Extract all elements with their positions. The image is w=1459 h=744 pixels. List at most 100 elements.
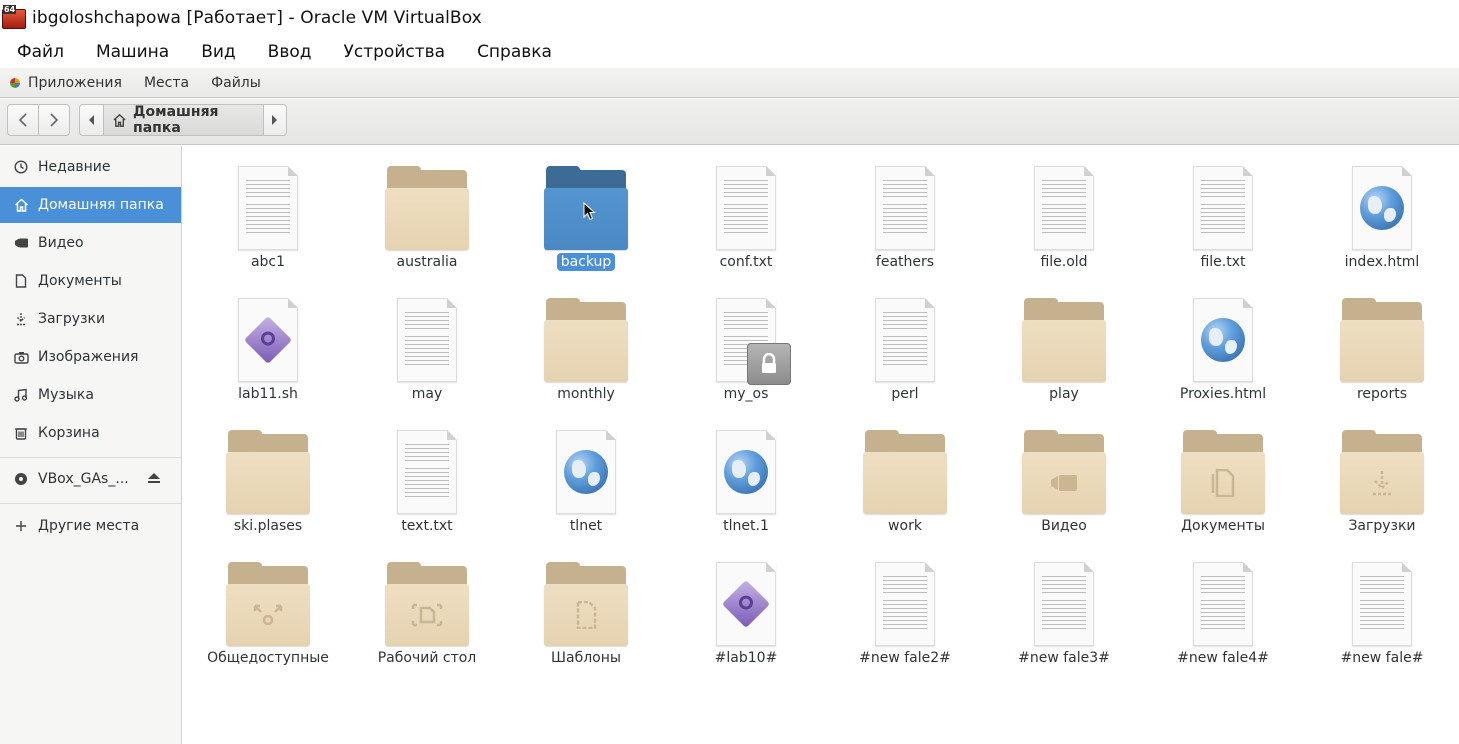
text-file-icon bbox=[397, 430, 457, 514]
menu-file[interactable]: Файл bbox=[0, 36, 80, 68]
file-item[interactable]: file.txt bbox=[1148, 146, 1298, 270]
file-name-label: file.txt bbox=[1200, 254, 1246, 270]
file-item[interactable]: Общедоступные bbox=[193, 542, 343, 666]
file-item[interactable]: lab11.sh bbox=[193, 278, 343, 402]
forward-button[interactable] bbox=[38, 104, 70, 136]
file-item[interactable]: conf.txt bbox=[671, 146, 821, 270]
sidebar-item-other-locations[interactable]: Другие места bbox=[0, 508, 181, 544]
folder-desktop-icon bbox=[385, 562, 469, 646]
file-item[interactable]: #new fale# bbox=[1307, 542, 1457, 666]
file-item[interactable]: Proxies.html bbox=[1148, 278, 1298, 402]
file-thumbnail bbox=[193, 160, 343, 250]
places-sidebar: Недавние Домашняя папка Видео Документы … bbox=[0, 146, 182, 744]
html-file-icon bbox=[716, 430, 776, 514]
html-file-icon bbox=[556, 430, 616, 514]
text-file-icon bbox=[1034, 562, 1094, 646]
folder-icon bbox=[1022, 298, 1106, 382]
file-item[interactable]: #new fale4# bbox=[1148, 542, 1298, 666]
file-item[interactable]: Видео bbox=[989, 410, 1139, 534]
file-item[interactable]: Шаблоны bbox=[511, 542, 661, 666]
menu-help[interactable]: Справка bbox=[461, 36, 568, 68]
file-item[interactable]: feathers bbox=[830, 146, 980, 270]
pathbar-scroll-left[interactable] bbox=[79, 104, 104, 136]
sidebar-item-label: Другие места bbox=[38, 518, 140, 534]
menu-view[interactable]: Вид bbox=[185, 36, 251, 68]
triangle-left-icon bbox=[88, 115, 94, 125]
file-thumbnail bbox=[511, 292, 661, 382]
text-file-icon bbox=[1193, 562, 1253, 646]
sidebar-separator bbox=[0, 457, 181, 458]
script-file-icon bbox=[716, 562, 776, 646]
sidebar-item-home[interactable]: Домашняя папка bbox=[0, 187, 181, 223]
gnome-top-panel: Приложения Места Файлы bbox=[0, 68, 1459, 98]
file-item[interactable]: #new fale2# bbox=[830, 542, 980, 666]
file-name-label: monthly bbox=[557, 386, 615, 402]
file-item[interactable]: text.txt bbox=[352, 410, 502, 534]
download-icon bbox=[13, 312, 29, 326]
files-headerbar: Домашняя папка bbox=[0, 99, 1459, 145]
file-item[interactable]: ski.plases bbox=[193, 410, 343, 534]
file-item[interactable]: may bbox=[352, 278, 502, 402]
file-item[interactable]: #lab10# bbox=[671, 542, 821, 666]
file-thumbnail bbox=[511, 424, 661, 514]
text-file-icon bbox=[875, 298, 935, 382]
file-item[interactable]: #new fale3# bbox=[989, 542, 1139, 666]
file-item[interactable]: tlnet bbox=[511, 410, 661, 534]
script-file-icon bbox=[238, 298, 298, 382]
sidebar-item-vbox-device[interactable]: VBox_GAs_... bbox=[0, 461, 181, 497]
menu-machine[interactable]: Машина bbox=[80, 36, 185, 68]
file-item[interactable]: index.html bbox=[1307, 146, 1457, 270]
panel-places-menu[interactable]: Места bbox=[133, 68, 200, 98]
file-name-label: perl bbox=[891, 386, 919, 402]
sidebar-item-trash[interactable]: Корзина bbox=[0, 415, 181, 451]
file-item[interactable]: Загрузки bbox=[1307, 410, 1457, 534]
file-item[interactable]: abc1 bbox=[193, 146, 343, 270]
file-thumbnail bbox=[830, 292, 980, 382]
menu-devices[interactable]: Устройства bbox=[328, 36, 462, 68]
sidebar-item-recent[interactable]: Недавние bbox=[0, 149, 181, 185]
file-item[interactable]: Рабочий стол bbox=[352, 542, 502, 666]
sidebar-item-videos[interactable]: Видео bbox=[0, 225, 181, 261]
file-item[interactable]: play bbox=[989, 278, 1139, 402]
pathbar-home-button[interactable]: Домашняя папка bbox=[104, 104, 263, 136]
file-name-label: #new fale2# bbox=[859, 650, 951, 666]
file-name-label: may bbox=[411, 386, 443, 402]
video-icon bbox=[13, 237, 29, 249]
pathbar-home-label: Домашняя папка bbox=[133, 104, 219, 136]
file-item[interactable]: australia bbox=[352, 146, 502, 270]
pathbar-scroll-right[interactable] bbox=[263, 104, 287, 136]
back-button[interactable] bbox=[7, 104, 39, 136]
file-name-label: #new fale4# bbox=[1177, 650, 1269, 666]
file-item[interactable]: perl bbox=[830, 278, 980, 402]
sidebar-item-documents[interactable]: Документы bbox=[0, 263, 181, 299]
file-item[interactable]: tlnet.1 bbox=[671, 410, 821, 534]
panel-files-menu[interactable]: Файлы bbox=[200, 68, 272, 98]
file-item[interactable]: file.old bbox=[989, 146, 1139, 270]
file-thumbnail bbox=[830, 424, 980, 514]
sidebar-item-pictures[interactable]: Изображения bbox=[0, 339, 181, 375]
sidebar-item-label: VBox_GAs_... bbox=[38, 471, 129, 487]
file-item[interactable]: Документы bbox=[1148, 410, 1298, 534]
menu-input[interactable]: Ввод bbox=[252, 36, 328, 68]
file-item[interactable]: reports bbox=[1307, 278, 1457, 402]
sidebar-item-label: Изображения bbox=[38, 349, 139, 365]
sidebar-item-label: Домашняя папка bbox=[38, 197, 164, 213]
eject-icon[interactable] bbox=[147, 472, 161, 487]
file-thumbnail bbox=[989, 424, 1139, 514]
file-name-label: #new fale# bbox=[1340, 650, 1424, 666]
file-name-label: Документы bbox=[1181, 518, 1265, 534]
sidebar-item-label: Музыка bbox=[38, 387, 94, 403]
sidebar-item-downloads[interactable]: Загрузки bbox=[0, 301, 181, 337]
file-thumbnail bbox=[1307, 160, 1457, 250]
sidebar-item-music[interactable]: Музыка bbox=[0, 377, 181, 413]
panel-applications-menu[interactable]: Приложения bbox=[0, 68, 133, 98]
file-thumbnail bbox=[1307, 556, 1457, 646]
file-item[interactable]: my_os bbox=[671, 278, 821, 402]
file-item[interactable]: monthly bbox=[511, 278, 661, 402]
file-name-label: play bbox=[1049, 386, 1079, 402]
file-name-label: conf.txt bbox=[719, 254, 773, 270]
file-name-label: lab11.sh bbox=[238, 386, 298, 402]
document-icon bbox=[13, 274, 29, 288]
file-item[interactable]: work bbox=[830, 410, 980, 534]
file-thumbnail bbox=[989, 556, 1139, 646]
